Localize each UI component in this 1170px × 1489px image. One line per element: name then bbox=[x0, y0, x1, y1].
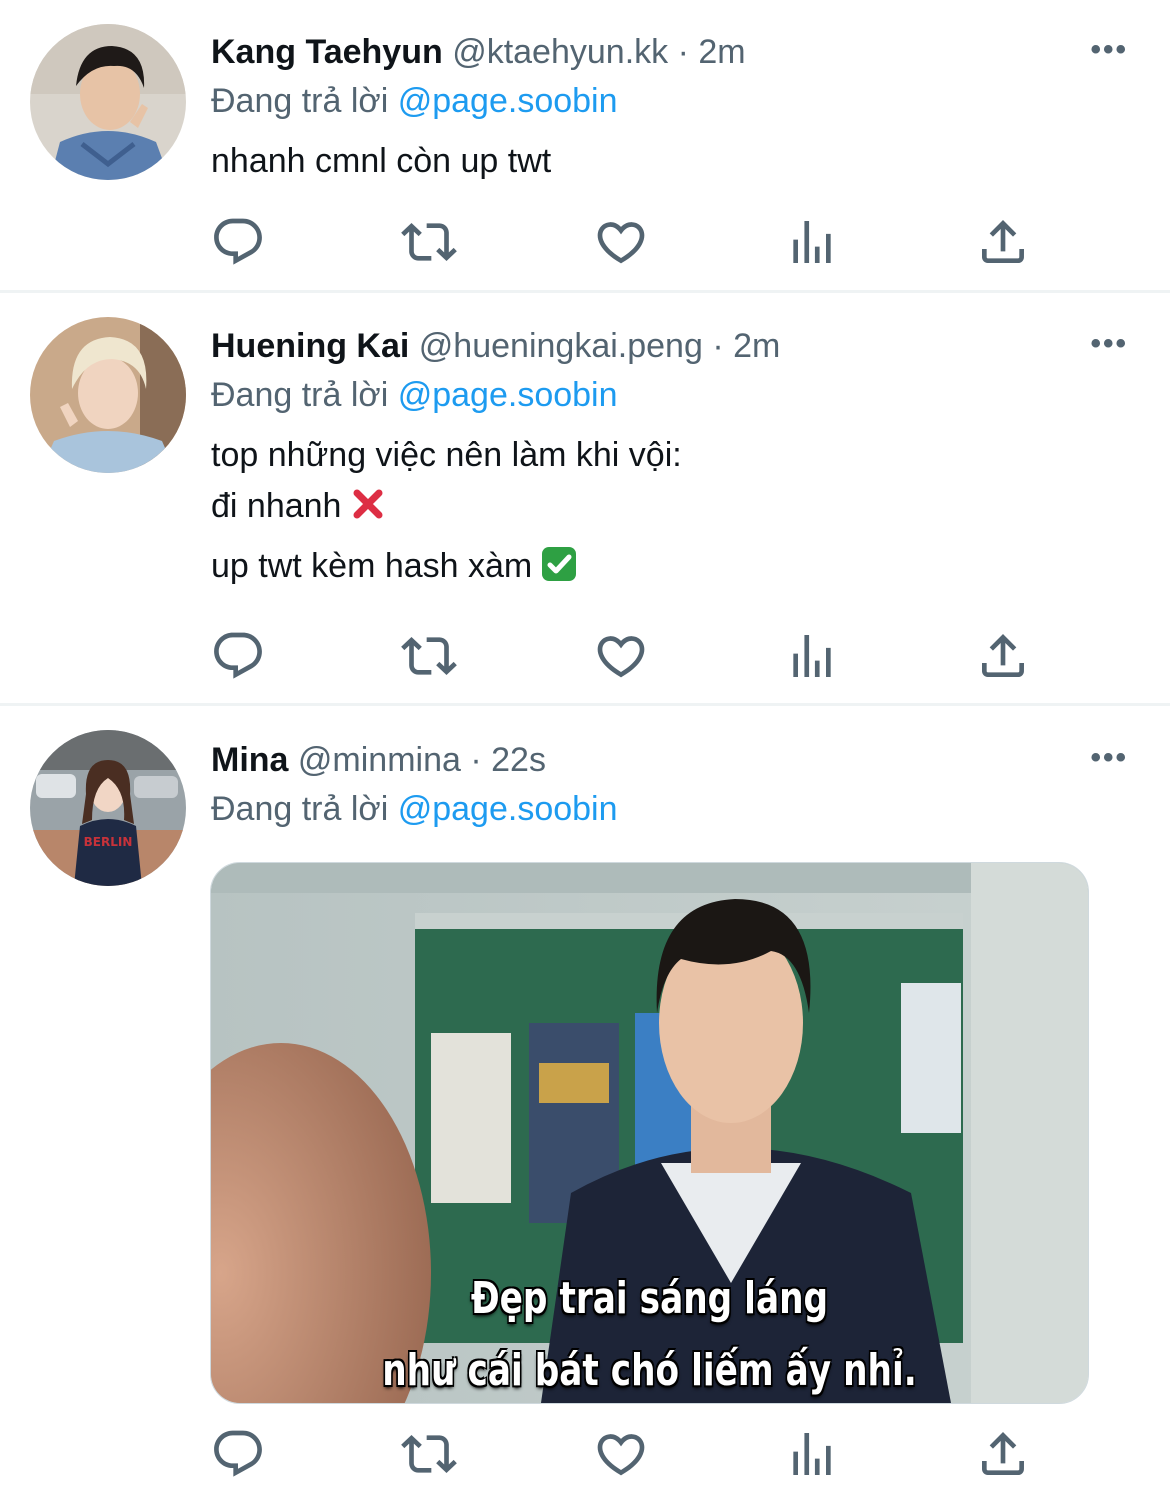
handle[interactable]: @ktaehyun.kk bbox=[452, 33, 668, 71]
check-mark-icon bbox=[541, 547, 576, 581]
tweet-text-line-2: đi nhanh bbox=[211, 486, 385, 526]
retweet-icon[interactable] bbox=[401, 214, 457, 270]
mention-link[interactable]: @page.soobin bbox=[398, 376, 618, 414]
svg-text:BERLIN: BERLIN bbox=[84, 835, 133, 849]
tweet-header: Kang Taehyun @ktaehyun.kk · 2m bbox=[211, 32, 746, 72]
reply-icon[interactable] bbox=[210, 628, 266, 684]
timestamp[interactable]: 22s bbox=[491, 741, 546, 779]
action-bar bbox=[210, 1426, 1050, 1482]
reply-prefix: Đang trả lời bbox=[211, 790, 389, 828]
like-icon[interactable] bbox=[593, 1426, 649, 1482]
media-caption-line-1: Đẹp trai sáng láng bbox=[470, 1273, 829, 1324]
retweet-icon[interactable] bbox=[401, 628, 457, 684]
replying-to: Đang trả lời @page.soobin bbox=[211, 375, 618, 415]
avatar[interactable] bbox=[30, 317, 186, 473]
display-name[interactable]: Huening Kai bbox=[211, 327, 409, 365]
like-icon[interactable] bbox=[593, 214, 649, 270]
views-icon[interactable] bbox=[784, 1426, 840, 1482]
replying-to: Đang trả lời @page.soobin bbox=[211, 81, 618, 121]
share-icon[interactable] bbox=[975, 214, 1031, 270]
action-bar bbox=[210, 214, 1050, 270]
tweet-header: Huening Kai @hueningkai.peng · 2m bbox=[211, 326, 780, 366]
separator-dot: · bbox=[470, 741, 482, 779]
handle[interactable]: @hueningkai.peng bbox=[419, 327, 703, 365]
reply-prefix: Đang trả lời bbox=[211, 82, 389, 120]
reply-prefix: Đang trả lời bbox=[211, 376, 389, 414]
replying-to: Đang trả lời @page.soobin bbox=[211, 789, 618, 829]
timestamp[interactable]: 2m bbox=[698, 33, 745, 71]
tweet-text-line-3: up twt kèm hash xàm bbox=[211, 546, 576, 586]
avatar[interactable]: BERLIN bbox=[30, 730, 186, 886]
separator-dot: · bbox=[712, 327, 724, 365]
action-bar bbox=[210, 628, 1050, 684]
retweet-icon[interactable] bbox=[401, 1426, 457, 1482]
reply-icon[interactable] bbox=[210, 1426, 266, 1482]
tweet-text-line-1: top những việc nên làm khi vội: bbox=[211, 436, 682, 474]
display-name[interactable]: Mina bbox=[211, 741, 288, 779]
like-icon[interactable] bbox=[593, 628, 649, 684]
tweet-1[interactable]: Kang Taehyun @ktaehyun.kk · 2m ••• Đang … bbox=[0, 0, 1170, 290]
views-icon[interactable] bbox=[784, 628, 840, 684]
separator-dot: · bbox=[677, 33, 689, 71]
tweet-text: up twt kèm hash xàm bbox=[211, 547, 533, 585]
display-name[interactable]: Kang Taehyun bbox=[211, 33, 443, 71]
more-options-icon[interactable]: ••• bbox=[1090, 35, 1128, 65]
share-icon[interactable] bbox=[975, 1426, 1031, 1482]
more-options-icon[interactable]: ••• bbox=[1090, 329, 1128, 359]
more-options-icon[interactable]: ••• bbox=[1090, 743, 1128, 773]
views-icon[interactable] bbox=[784, 214, 840, 270]
tweet-text: nhanh cmnl còn up twt bbox=[211, 142, 552, 180]
handle[interactable]: @minmina bbox=[298, 741, 461, 779]
tweet-3[interactable]: BERLIN Mina @minmina · 22s ••• Đang trả … bbox=[0, 706, 1170, 1489]
media-image[interactable]: Đẹp trai sáng láng như cái bát chó liếm … bbox=[210, 862, 1089, 1404]
reply-icon[interactable] bbox=[210, 214, 266, 270]
media-caption-line-2: như cái bát chó liếm ấy nhỉ. bbox=[382, 1345, 917, 1396]
tweet-header: Mina @minmina · 22s bbox=[211, 740, 546, 780]
timestamp[interactable]: 2m bbox=[733, 327, 780, 365]
avatar[interactable] bbox=[30, 24, 186, 180]
mention-link[interactable]: @page.soobin bbox=[398, 82, 618, 120]
share-icon[interactable] bbox=[975, 628, 1031, 684]
mention-link[interactable]: @page.soobin bbox=[398, 790, 618, 828]
tweet-text: đi nhanh bbox=[211, 487, 342, 525]
cross-mark-icon bbox=[351, 487, 385, 521]
tweet-2[interactable]: Huening Kai @hueningkai.peng · 2m ••• Đa… bbox=[0, 293, 1170, 703]
